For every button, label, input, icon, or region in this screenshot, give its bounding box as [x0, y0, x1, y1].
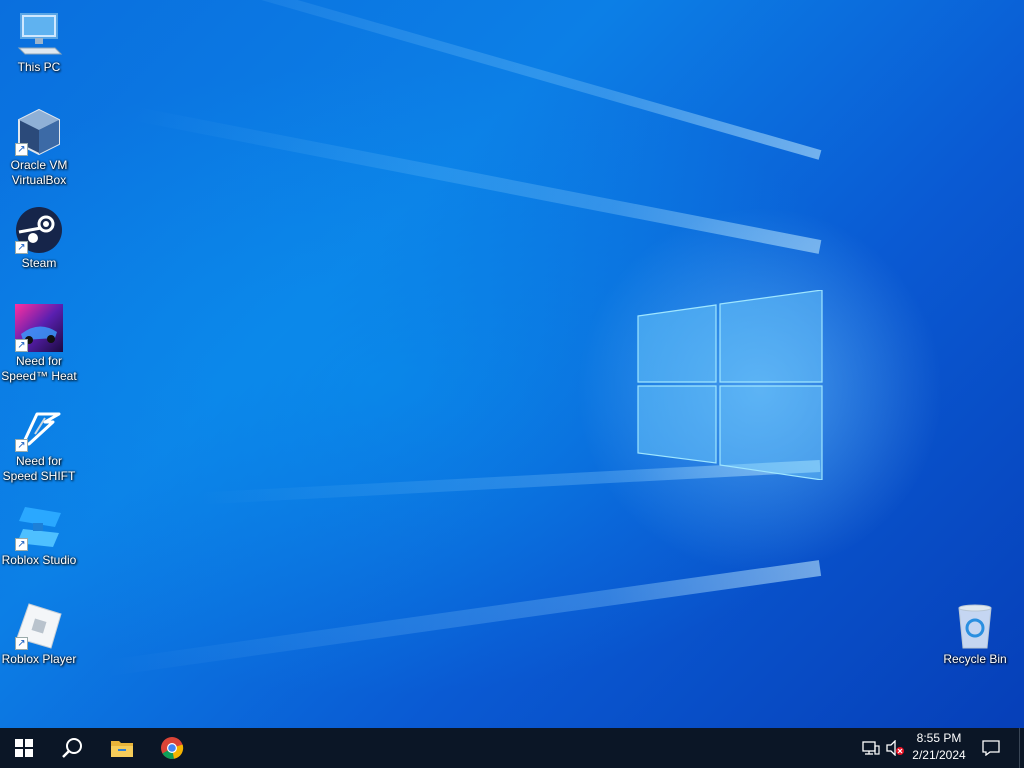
nfs-heat-icon: ↗	[15, 304, 63, 352]
nfs-shift-icon: ↗	[15, 404, 63, 452]
steam-icon: ↗	[15, 206, 63, 254]
action-center-button[interactable]	[978, 728, 1004, 768]
roblox-studio-icon: ↗	[15, 503, 63, 551]
file-explorer-icon	[111, 741, 133, 757]
windows-start-icon	[15, 739, 33, 757]
icon-label: Roblox Player	[1, 652, 77, 666]
icon-label: This PC	[17, 60, 61, 74]
network-icon	[862, 741, 880, 755]
roblox-player-icon: ↗	[15, 602, 63, 650]
chrome-button[interactable]	[148, 728, 196, 768]
desktop-icon-recycle-bin[interactable]: Recycle Bin	[936, 602, 1014, 667]
shortcut-arrow-icon: ↗	[15, 637, 28, 650]
light-beam	[131, 106, 822, 254]
volume-tray-button[interactable]	[884, 728, 906, 768]
desktop[interactable]: This PC ↗ Oracle VM VirtualBox ↗ Steam ↗…	[0, 0, 1024, 728]
clock[interactable]: 8:55 PM 2/21/2024	[905, 730, 973, 764]
virtualbox-icon: ↗	[15, 108, 63, 156]
icon-label: Speed™ Heat	[1, 369, 77, 383]
desktop-icon-nfs-heat[interactable]: ↗ Need for Speed™ Heat	[0, 304, 78, 384]
icon-label: Steam	[21, 256, 57, 270]
icon-label: Need for	[15, 354, 63, 368]
shortcut-arrow-icon: ↗	[15, 538, 28, 551]
action-center-icon	[982, 740, 1000, 756]
light-beam	[107, 0, 822, 160]
desktop-icon-virtualbox[interactable]: ↗ Oracle VM VirtualBox	[0, 108, 78, 188]
network-tray-button[interactable]	[860, 728, 882, 768]
search-button[interactable]	[48, 728, 96, 768]
shortcut-arrow-icon: ↗	[15, 241, 28, 254]
desktop-icon-this-pc[interactable]: This PC	[0, 10, 78, 75]
icon-label: Oracle VM	[10, 158, 68, 172]
monitor-icon	[15, 10, 63, 58]
recycle-bin-icon	[951, 602, 999, 650]
desktop-icon-roblox-player[interactable]: ↗ Roblox Player	[0, 602, 78, 667]
clock-time: 8:55 PM	[916, 731, 962, 745]
chrome-icon	[161, 737, 184, 759]
windows-logo-wallpaper	[637, 290, 823, 480]
volume-muted-icon	[886, 740, 904, 756]
light-beam	[105, 560, 822, 677]
icon-label: Roblox Studio	[1, 553, 77, 567]
show-desktop-button[interactable]	[1019, 728, 1024, 768]
icon-label: Need for	[15, 454, 63, 468]
taskbar: 8:55 PM 2/21/2024	[0, 728, 1024, 768]
desktop-icon-steam[interactable]: ↗ Steam	[0, 206, 78, 271]
icon-label: Recycle Bin	[943, 652, 1007, 666]
clock-date: 2/21/2024	[912, 748, 966, 762]
search-icon	[62, 738, 82, 758]
shortcut-arrow-icon: ↗	[15, 439, 28, 452]
file-explorer-button[interactable]	[98, 728, 146, 768]
desktop-icon-roblox-studio[interactable]: ↗ Roblox Studio	[0, 503, 78, 568]
icon-label: VirtualBox	[11, 173, 67, 187]
shortcut-arrow-icon: ↗	[15, 143, 28, 156]
shortcut-arrow-icon: ↗	[15, 339, 28, 352]
icon-label: Speed SHIFT	[2, 469, 76, 483]
desktop-icon-nfs-shift[interactable]: ↗ Need for Speed SHIFT	[0, 404, 78, 484]
start-button[interactable]	[0, 728, 48, 768]
